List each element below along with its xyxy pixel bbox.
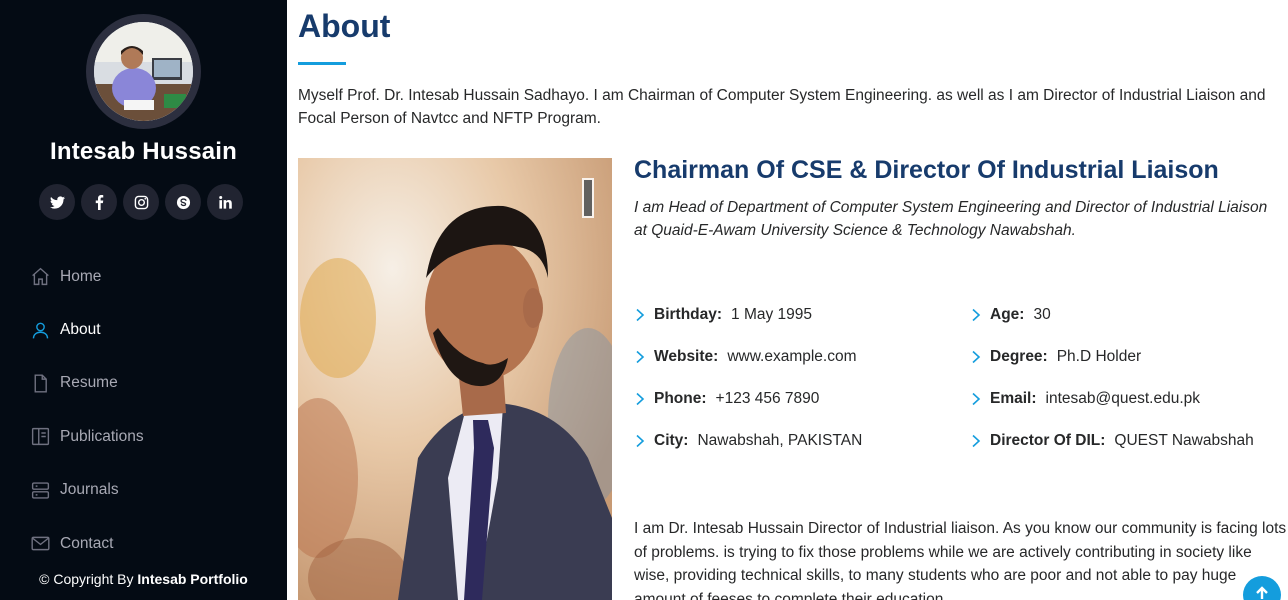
chevron-right-icon [634, 434, 646, 448]
fact-key: Degree: [990, 348, 1048, 365]
fact-value: intesab@quest.edu.pk [1045, 390, 1200, 407]
nav-item-resume[interactable]: Resume [30, 357, 144, 410]
profile-photo [298, 158, 612, 600]
nav-item-home[interactable]: Home [30, 250, 144, 303]
nav-item-about[interactable]: About [30, 303, 144, 356]
fact-value: 1 May 1995 [731, 306, 813, 323]
book-icon [31, 428, 50, 446]
arrow-up-icon [1256, 586, 1268, 599]
fact-key: Email: [990, 390, 1037, 407]
social-links [39, 184, 243, 220]
nav-item-label: Contact [60, 534, 114, 552]
nav-item-label: Publications [60, 427, 144, 445]
fact-value: Nawabshah, PAKISTAN [697, 432, 863, 449]
fact-value: Ph.D Holder [1056, 348, 1142, 365]
fact-key: Phone: [654, 390, 707, 407]
fact-key: Birthday: [654, 306, 723, 323]
fact-director-dil: Director Of DIL: QUEST Nawabshah [970, 426, 1254, 456]
fact-value: 30 [1033, 306, 1051, 323]
fact-value: QUEST Nawabshah [1114, 432, 1254, 449]
file-icon [34, 374, 47, 393]
chevron-right-icon [970, 392, 982, 406]
about-intro: Myself Prof. Dr. Intesab Hussain Sadhayo… [298, 87, 1266, 127]
chevron-right-icon [634, 350, 646, 364]
nav-item-label: Journals [60, 481, 119, 499]
fact-birthday: Birthday: 1 May 1995 [634, 300, 812, 330]
profile-avatar-frame [86, 14, 201, 129]
nav-item-label: About [60, 321, 101, 339]
facebook-icon [95, 194, 103, 210]
fact-city: City: Nawabshah, PAKISTAN [634, 426, 862, 456]
chevron-right-icon [970, 434, 982, 448]
fact-email: Email: intesab@quest.edu.pk [970, 384, 1200, 414]
chevron-right-icon [970, 350, 982, 364]
about-section: About Myself Prof. Dr. Intesab Hussain S… [287, 0, 1288, 600]
twitter-link[interactable] [39, 184, 75, 220]
nav-item-contact[interactable]: Contact [30, 517, 144, 570]
nav-item-journals[interactable]: Journals [30, 464, 144, 517]
linkedin-icon [218, 195, 232, 209]
fact-key: Age: [990, 306, 1025, 323]
role-description: I am Head of Department of Computer Syst… [634, 199, 1268, 239]
about-bio: I am Dr. Intesab Hussain Director of Ind… [634, 520, 1287, 600]
sidebar: Intesab Hussain Home About Resume Public… [0, 0, 287, 600]
section-title: About [298, 8, 391, 44]
fact-key: Website: [654, 348, 719, 365]
home-icon [32, 267, 49, 286]
fact-age: Age: 30 [970, 300, 1051, 330]
facebook-link[interactable] [81, 184, 117, 220]
server-icon [31, 482, 50, 499]
nav-item-label: Home [60, 267, 102, 285]
linkedin-link[interactable] [207, 184, 243, 220]
copyright-prefix: © Copyright By [39, 571, 134, 587]
nav-item-label: Resume [60, 374, 118, 392]
copyright: © Copyright By Intesab Portfolio [0, 571, 287, 587]
profile-name: Intesab Hussain [49, 138, 238, 165]
chevron-right-icon [970, 308, 982, 322]
role-title: Chairman Of CSE & Director Of Industrial… [634, 156, 1219, 184]
fact-key: City: [654, 432, 689, 449]
nav-item-publications[interactable]: Publications [30, 410, 144, 463]
fact-value: www.example.com [727, 348, 857, 365]
skype-link[interactable] [165, 184, 201, 220]
fact-value: +123 456 7890 [715, 390, 820, 407]
title-underline [298, 62, 346, 65]
fact-website: Website: www.example.com [634, 342, 857, 372]
copyright-brand: Intesab Portfolio [137, 571, 248, 587]
fact-phone: Phone: +123 456 7890 [634, 384, 819, 414]
instagram-icon [134, 195, 148, 209]
twitter-icon [49, 195, 65, 209]
fact-key: Director Of DIL: [990, 432, 1106, 449]
chevron-right-icon [634, 308, 646, 322]
person-icon [32, 322, 49, 339]
skype-icon [176, 195, 190, 209]
sidebar-nav: Home About Resume Publications Journals … [30, 250, 144, 570]
profile-avatar [94, 22, 193, 121]
envelope-icon [31, 536, 50, 551]
chevron-right-icon [634, 392, 646, 406]
fact-degree: Degree: Ph.D Holder [970, 342, 1141, 372]
instagram-link[interactable] [123, 184, 159, 220]
